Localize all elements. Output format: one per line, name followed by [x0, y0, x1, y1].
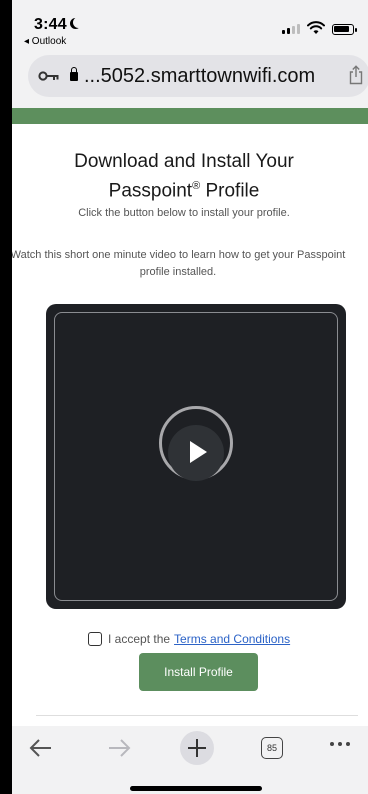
- install-instructions: Click the button below to install your p…: [78, 207, 290, 219]
- plus-icon[interactable]: [180, 731, 214, 765]
- video-instructions: Watch this short one minute video to lea…: [12, 249, 346, 278]
- terms-acceptance: I accept the Terms and Conditions: [88, 632, 290, 646]
- install-profile-button[interactable]: Install Profile: [139, 653, 258, 691]
- url-text[interactable]: ...5052.smarttownwifi.com: [84, 65, 315, 88]
- clock-time: 3:44: [34, 16, 67, 33]
- header-bar: [12, 108, 368, 124]
- page-title: Download and Install Your Passpoint® Pro…: [12, 150, 368, 203]
- status-bar: 3:44 ◂ Outlook: [12, 0, 368, 50]
- play-icon[interactable]: [168, 425, 224, 481]
- terms-link[interactable]: Terms and Conditions: [174, 632, 290, 646]
- lock-icon: [70, 66, 78, 81]
- forward-arrow-icon[interactable]: [107, 738, 131, 758]
- accept-label: I accept the: [108, 632, 171, 646]
- accept-terms-checkbox[interactable]: [88, 632, 102, 646]
- address-bar-area: ...5052.smarttownwifi.com: [12, 50, 368, 108]
- registered-mark: ®: [192, 180, 201, 192]
- share-icon[interactable]: [348, 65, 364, 85]
- tabs-icon[interactable]: 85: [261, 737, 283, 759]
- page: 3:44 ◂ Outlook ...5052.smarttownwifi.com: [12, 0, 368, 794]
- signal-icon: [282, 24, 300, 34]
- wifi-icon: [307, 21, 325, 34]
- clock: 3:44: [34, 16, 84, 34]
- divider: [36, 715, 358, 716]
- browser-toolbar: 85: [12, 726, 368, 794]
- title-line-2-start: Passpoint: [108, 180, 193, 202]
- key-icon[interactable]: [38, 70, 60, 82]
- battery-icon: [332, 24, 357, 35]
- address-bar[interactable]: ...5052.smarttownwifi.com: [28, 55, 368, 97]
- title-line-2-end: Profile: [200, 180, 260, 202]
- moon-icon: [73, 17, 84, 28]
- home-indicator: [130, 786, 262, 791]
- video-player[interactable]: [46, 304, 346, 609]
- tab-count: 85: [266, 743, 277, 753]
- back-arrow-icon[interactable]: [29, 738, 53, 758]
- title-line-1: Download and Install Your: [74, 151, 294, 172]
- back-to-app-link[interactable]: ◂ Outlook: [24, 36, 66, 47]
- more-icon[interactable]: [330, 742, 350, 746]
